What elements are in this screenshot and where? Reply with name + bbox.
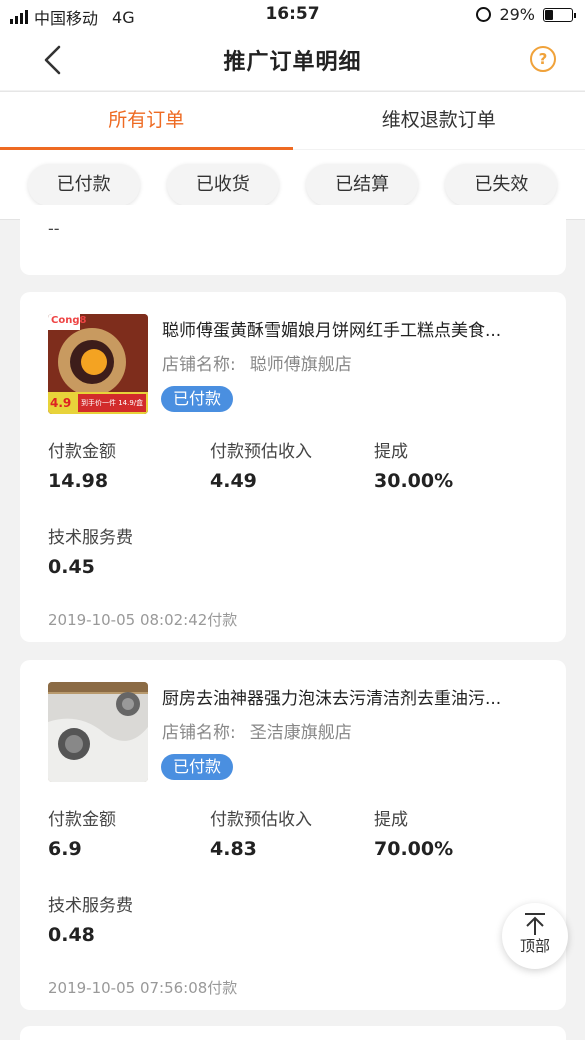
- order-card-partial: [20, 1026, 566, 1040]
- filter-expired[interactable]: 已失效: [445, 163, 558, 206]
- product-image: Cong8 4.9 到手价一件 14.9/盒: [48, 314, 148, 414]
- rotation-lock-icon: [476, 7, 492, 22]
- tab-all-orders[interactable]: 所有订单: [0, 92, 293, 150]
- order-card[interactable]: Cong8 4.9 到手价一件 14.9/盒 聪师傅蛋黄酥雪媚娘月饼网红手工糕点…: [20, 292, 566, 642]
- product-title[interactable]: 厨房去油神器强力泡沫去污清洁剂去重油污...: [162, 684, 542, 709]
- filter-settled[interactable]: 已结算: [306, 163, 419, 206]
- page-title: 推广订单明细: [223, 50, 362, 75]
- shop-line: 店铺名称: 圣洁康旗舰店: [162, 718, 352, 743]
- estimated-income-value: 4.49: [210, 470, 257, 492]
- estimated-income: 付款预估收入 4.83: [210, 805, 312, 860]
- order-tabs: 所有订单 维权退款订单: [0, 91, 585, 150]
- back-to-top-label: 顶部: [519, 937, 550, 955]
- commission: 提成 70.00%: [374, 805, 453, 860]
- pay-amount: 付款金额 6.9: [48, 805, 116, 860]
- estimated-income-label: 付款预估收入: [210, 810, 312, 830]
- pay-amount: 付款金额 14.98: [48, 437, 116, 492]
- shop-label: 店铺名称:: [162, 723, 236, 743]
- pay-amount-label: 付款金额: [48, 442, 116, 462]
- estimated-income: 付款预估收入 4.49: [210, 437, 312, 492]
- service-fee-label: 技术服务费: [48, 528, 133, 548]
- status-badge: 已付款: [161, 386, 234, 412]
- arrow-up-icon: [525, 913, 545, 935]
- shop-name: 聪师傅旗舰店: [249, 355, 352, 375]
- order-time: 2019-10-05 07:56:08付款: [48, 979, 238, 997]
- commission-label: 提成: [374, 442, 408, 462]
- commission-label: 提成: [374, 810, 408, 830]
- shop-name: 圣洁康旗舰店: [249, 723, 352, 743]
- battery-percent: 29%: [499, 5, 535, 24]
- pay-amount-value: 14.98: [48, 470, 109, 492]
- nav-bar: 推广订单明细 ?: [0, 30, 585, 90]
- service-fee-value: 0.48: [48, 924, 95, 946]
- commission-value: 70.00%: [374, 838, 454, 860]
- stove-image: [48, 682, 148, 782]
- back-to-top-button[interactable]: 顶部: [502, 903, 568, 969]
- help-icon[interactable]: ?: [530, 46, 556, 72]
- filter-paid[interactable]: 已付款: [27, 163, 140, 206]
- status-badge: 已付款: [161, 754, 234, 780]
- service-fee-label: 技术服务费: [48, 896, 133, 916]
- order-card-partial: --: [20, 205, 566, 275]
- tab-refund-orders[interactable]: 维权退款订单: [293, 92, 585, 149]
- estimated-income-label: 付款预估收入: [210, 442, 312, 462]
- status-right: 29%: [476, 5, 576, 24]
- pay-amount-value: 6.9: [48, 838, 82, 860]
- shop-line: 店铺名称: 聪师傅旗舰店: [162, 350, 352, 375]
- order-time: 2019-10-05 08:02:42付款: [48, 611, 238, 629]
- commission-value: 30.00%: [374, 470, 454, 492]
- thumb-price: 4.9: [50, 396, 72, 410]
- commission: 提成 30.00%: [374, 437, 453, 492]
- service-fee: 技术服务费 0.45: [48, 523, 133, 578]
- estimated-income-value: 4.83: [210, 838, 257, 860]
- status-bar: 中国移动 4G 16:57 29%: [0, 0, 585, 30]
- product-title[interactable]: 聪师傅蛋黄酥雪媚娘月饼网红手工糕点美食...: [162, 316, 542, 341]
- product-image: [48, 682, 148, 782]
- service-fee: 技术服务费 0.48: [48, 891, 133, 946]
- placeholder-value: --: [48, 219, 60, 238]
- service-fee-value: 0.45: [48, 556, 95, 578]
- pay-amount-label: 付款金额: [48, 810, 116, 830]
- order-card[interactable]: 厨房去油神器强力泡沫去污清洁剂去重油污... 店铺名称: 圣洁康旗舰店 已付款 付…: [20, 660, 566, 1010]
- thumb-brand: Cong8: [51, 315, 87, 326]
- shop-label: 店铺名称:: [162, 355, 236, 375]
- thumb-promo: 到手价一件 14.9/盒: [81, 399, 144, 407]
- filter-received[interactable]: 已收货: [166, 163, 279, 206]
- battery-icon: [543, 7, 576, 22]
